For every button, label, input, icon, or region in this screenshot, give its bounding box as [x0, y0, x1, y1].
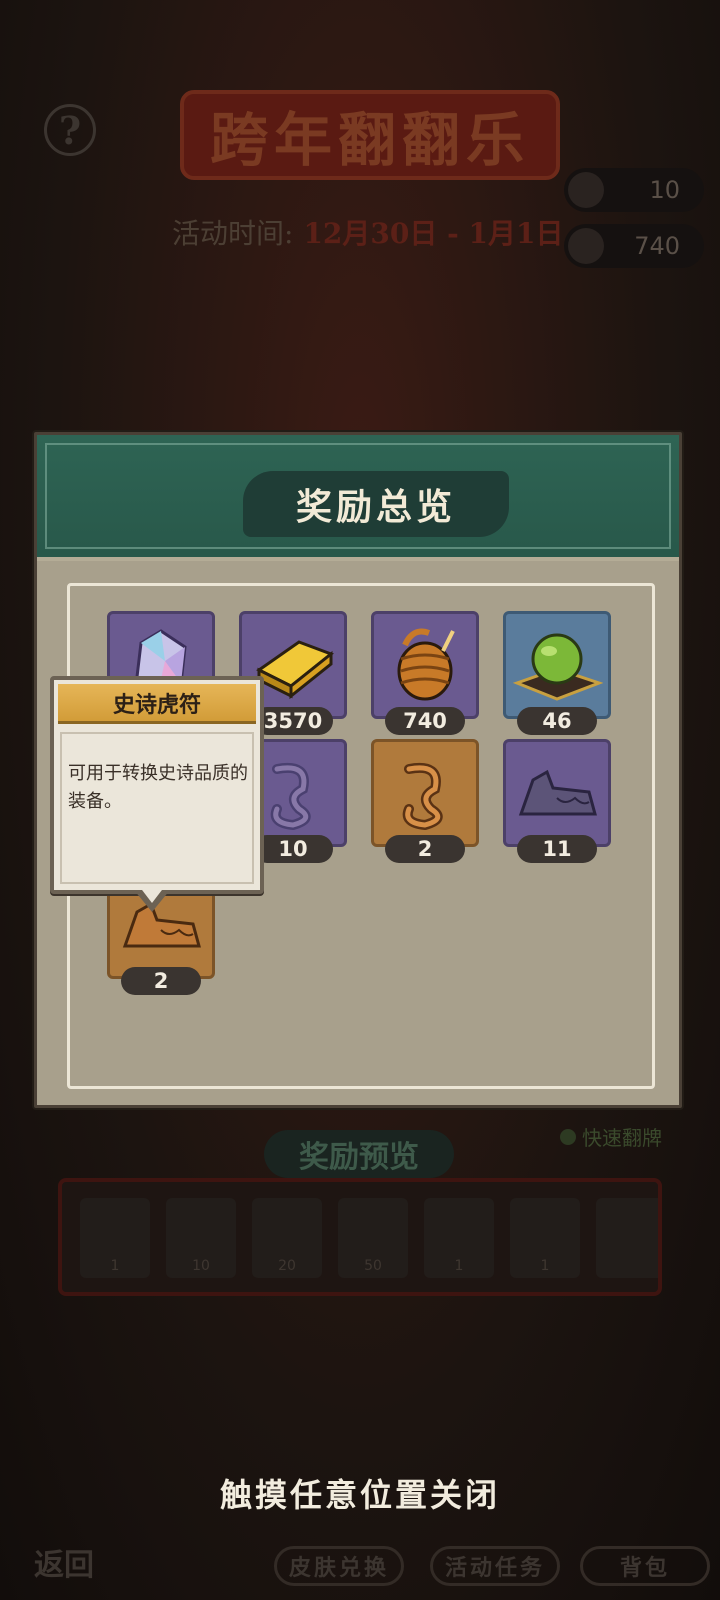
- fast-flip-toggle[interactable]: 快速翻牌: [560, 1122, 662, 1151]
- tooltip-title: 史诗虎符: [58, 684, 256, 724]
- fast-flip-label: 快速翻牌: [582, 1126, 662, 1150]
- currency-counter-1[interactable]: 10: [564, 168, 704, 212]
- reward-tile[interactable]: [503, 611, 611, 719]
- preview-item[interactable]: 1: [510, 1198, 580, 1278]
- event-time-label: 活动时间:: [172, 217, 294, 250]
- help-button[interactable]: ?: [44, 104, 96, 156]
- close-hint[interactable]: 触摸任意位置关闭: [0, 1470, 720, 1516]
- event-time: 活动时间: 12月30日 - 1月1日: [172, 212, 563, 252]
- preview-item[interactable]: 50: [338, 1198, 408, 1278]
- panel-header: 奖励总览: [37, 435, 679, 561]
- backpack-button[interactable]: 背包: [580, 1546, 710, 1586]
- jade-orb-icon: [512, 633, 603, 701]
- reward-count: 10: [253, 835, 333, 863]
- reward-count: 2: [385, 835, 465, 863]
- dragon-token-icon: [402, 763, 443, 831]
- event-time-value: 12月30日 - 1月1日: [303, 217, 564, 250]
- reward-count: 3570: [253, 707, 333, 735]
- currency-2-value: 740: [634, 232, 680, 260]
- scroll-coil-icon: [397, 628, 455, 701]
- currency-counter-2[interactable]: 740: [564, 224, 704, 268]
- reward-slot[interactable]: 11: [503, 739, 611, 863]
- skin-exchange-button[interactable]: 皮肤兑换: [274, 1546, 404, 1586]
- reward-slot[interactable]: 2: [371, 739, 479, 863]
- tooltip-description: 可用于转换史诗品质的装备。: [68, 763, 248, 812]
- flower-coin-icon: [568, 228, 604, 264]
- flower-token-icon: [568, 172, 604, 208]
- tooltip-arrow-fill: [139, 886, 165, 903]
- reward-tile[interactable]: [371, 739, 479, 847]
- reward-slot[interactable]: 740: [371, 611, 479, 735]
- reward-count: 2: [121, 967, 201, 995]
- reward-tile[interactable]: [503, 739, 611, 847]
- reward-preview-bar[interactable]: 1 10 20 50 1 1: [58, 1178, 662, 1296]
- toggle-dot-icon: [560, 1128, 576, 1145]
- event-title: 跨年翻翻乐: [180, 90, 560, 180]
- preview-item[interactable]: 10: [166, 1198, 236, 1278]
- title-brush: 奖励总览: [243, 471, 509, 537]
- reward-slot[interactable]: 46: [503, 611, 611, 735]
- panel-title: 奖励总览: [295, 486, 456, 528]
- reward-count: 46: [517, 707, 597, 735]
- preview-item[interactable]: [596, 1198, 658, 1278]
- reward-count: 11: [517, 835, 597, 863]
- preview-item[interactable]: 1: [424, 1198, 494, 1278]
- currency-1-value: 10: [649, 176, 680, 204]
- event-tasks-button[interactable]: 活动任务: [430, 1546, 560, 1586]
- preview-item[interactable]: 1: [80, 1198, 150, 1278]
- reward-count: 740: [385, 707, 465, 735]
- tiger-token-icon: [518, 769, 597, 816]
- dragon-token-icon: [270, 763, 311, 831]
- item-tooltip: 史诗虎符 可用于转换史诗品质的装备。: [50, 676, 264, 894]
- reward-preview-title: 奖励预览: [264, 1130, 454, 1178]
- preview-item[interactable]: 20: [252, 1198, 322, 1278]
- reward-tile[interactable]: [371, 611, 479, 719]
- back-button[interactable]: 返回: [34, 1540, 94, 1584]
